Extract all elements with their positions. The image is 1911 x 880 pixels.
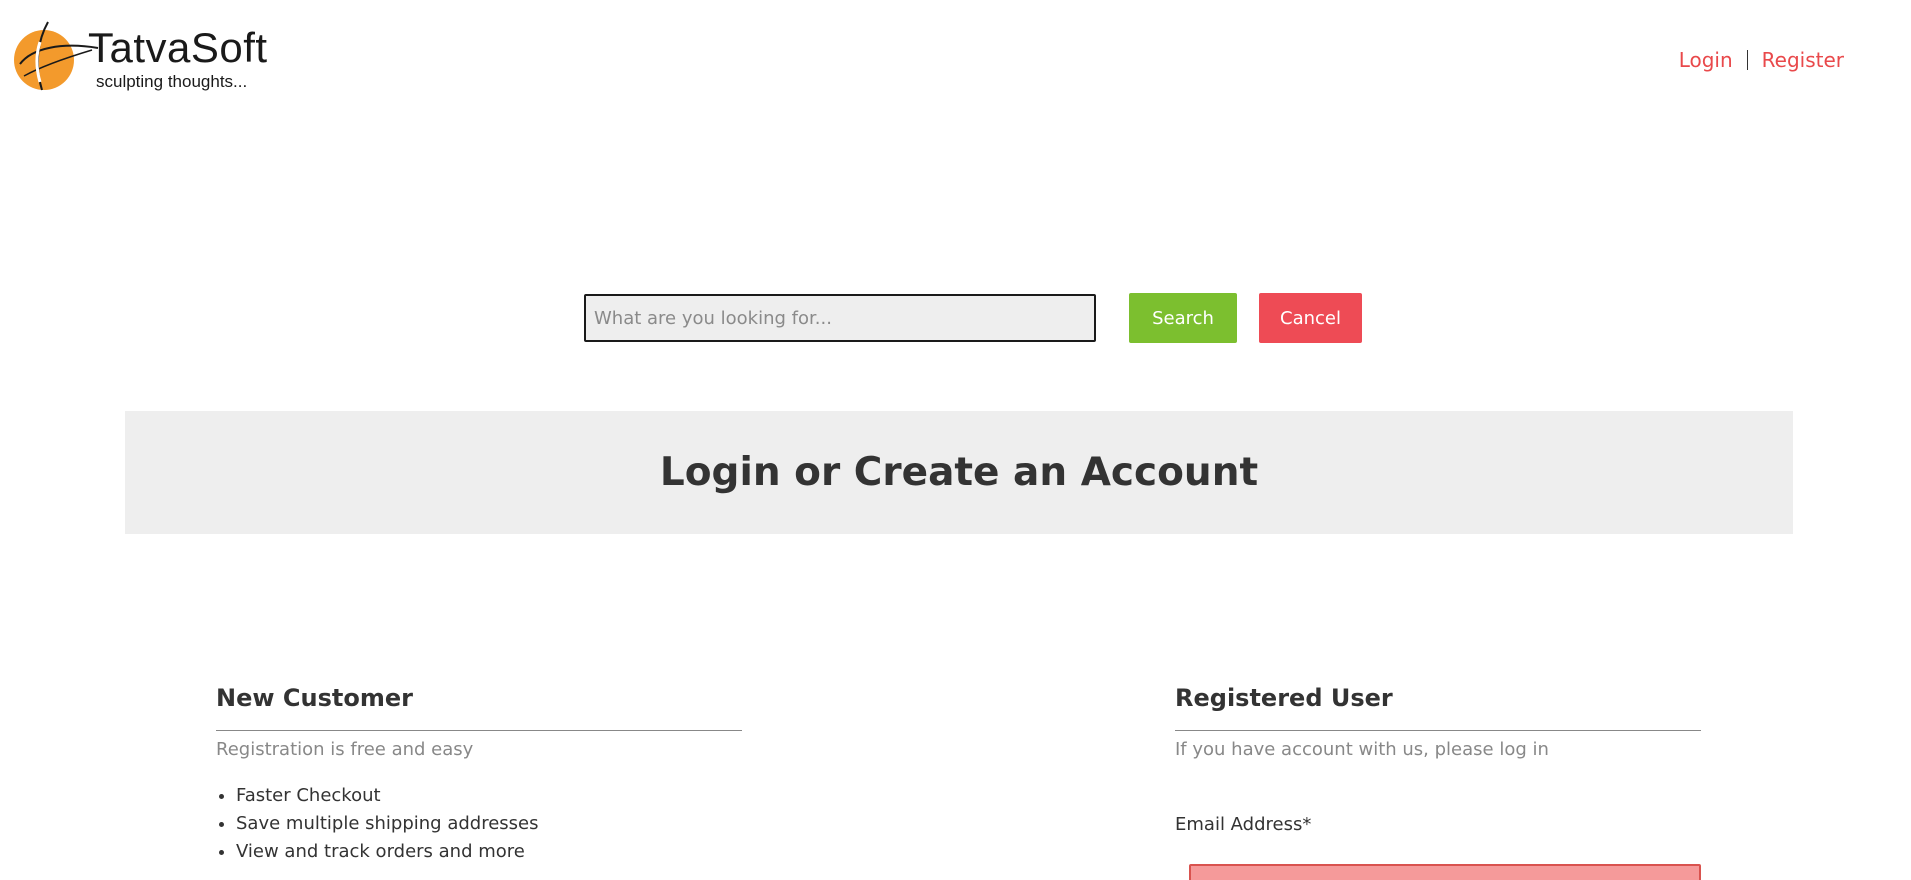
cancel-button[interactable]: Cancel — [1259, 293, 1362, 343]
login-link[interactable]: Login — [1679, 48, 1733, 72]
registered-user-subtitle: If you have account with us, please log … — [1175, 739, 1549, 760]
registered-user-section: Registered User If you have account with… — [1175, 680, 1701, 835]
divider — [216, 730, 742, 731]
register-link[interactable]: Register — [1762, 48, 1844, 72]
page-title: Login or Create an Account — [659, 450, 1259, 495]
email-field[interactable] — [1189, 864, 1701, 880]
email-label: Email Address* — [1175, 814, 1312, 835]
new-customer-title: New Customer — [216, 684, 413, 712]
search-input[interactable] — [584, 294, 1096, 342]
list-item: Save multiple shipping addresses — [236, 810, 742, 838]
logo-tagline: sculpting thoughts... — [96, 72, 248, 91]
page: TatvaSoft sculpting thoughts... Login Re… — [0, 0, 1911, 880]
registered-user-title: Registered User — [1175, 684, 1393, 712]
top-nav: Login Register — [1679, 48, 1844, 72]
page-banner: Login or Create an Account — [125, 411, 1793, 534]
search-button[interactable]: Search — [1129, 293, 1237, 343]
new-customer-subtitle: Registration is free and easy — [216, 739, 474, 760]
divider — [1175, 730, 1701, 731]
nav-separator — [1746, 50, 1748, 70]
list-item: Faster Checkout — [236, 782, 742, 810]
list-item: View and track orders and more — [236, 838, 742, 866]
new-customer-section: New Customer Registration is free and ea… — [216, 680, 742, 866]
logo[interactable]: TatvaSoft sculpting thoughts... — [12, 18, 312, 94]
benefits-list: Faster Checkout Save multiple shipping a… — [216, 782, 742, 866]
logo-name: TatvaSoft — [88, 24, 268, 71]
